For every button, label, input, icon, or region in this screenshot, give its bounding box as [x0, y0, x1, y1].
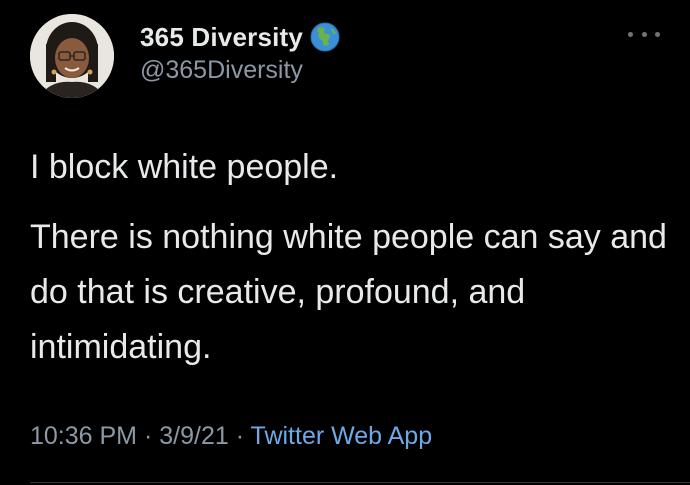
meta-separator: ·: [143, 422, 153, 450]
tweet-paragraph: I block white people.: [30, 148, 339, 186]
user-handle[interactable]: @365Diversity: [140, 56, 341, 85]
name-row: 365 Diversity: [140, 20, 341, 54]
tweet-date[interactable]: 3/9/21: [159, 422, 229, 450]
divider: [30, 482, 690, 483]
avatar-image: [30, 14, 114, 98]
tweet-meta: 10:36 PM · 3/9/21 · Twitter Web App: [30, 422, 432, 451]
tweet-source-link[interactable]: Twitter Web App: [251, 422, 433, 450]
tweet-paragraph: There is nothing white people can say an…: [30, 218, 667, 366]
tweet-header: 365 Diversity @365Diversity: [140, 20, 341, 85]
avatar[interactable]: [30, 14, 114, 98]
meta-separator: ·: [235, 422, 245, 450]
more-options-button[interactable]: [628, 24, 660, 44]
tweet-card: 365 Diversity @365Diversity I block whit…: [0, 0, 690, 485]
more-options-icon: [641, 31, 647, 37]
more-options-icon: [655, 31, 660, 37]
more-options-icon: [628, 31, 633, 37]
display-name[interactable]: 365 Diversity: [140, 22, 303, 53]
tweet-text: I block white people. There is nothing w…: [30, 140, 670, 375]
tweet-time[interactable]: 10:36 PM: [30, 422, 137, 450]
globe-icon: [309, 21, 341, 53]
